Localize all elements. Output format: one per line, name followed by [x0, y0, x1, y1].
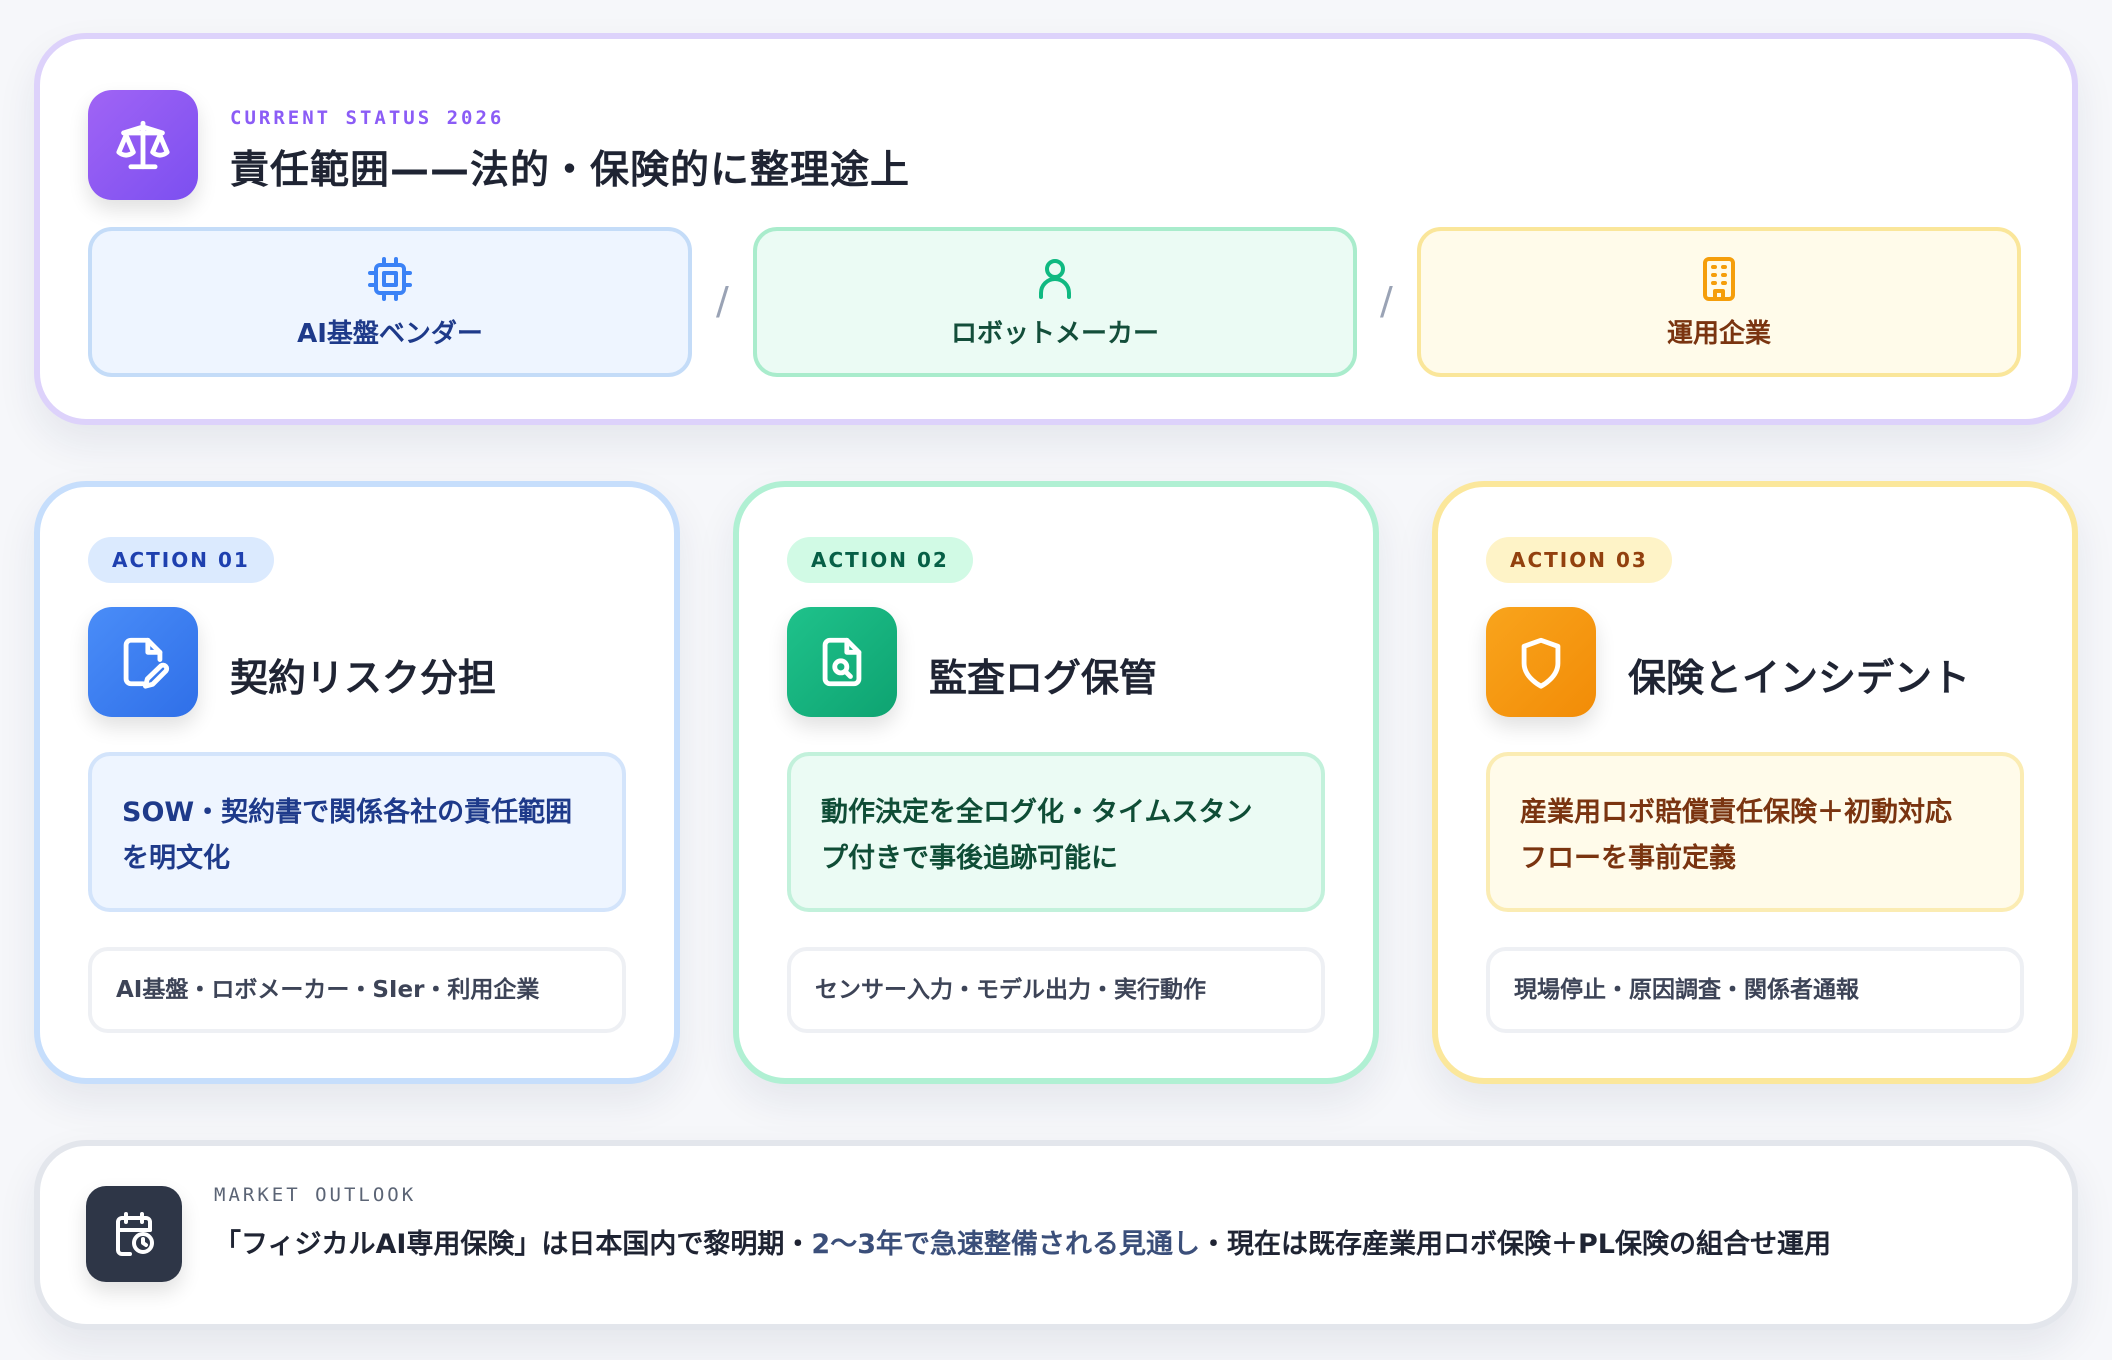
action-title: 契約リスク分担 — [230, 656, 497, 700]
outlook-eyebrow: MARKET OUTLOOK — [214, 1184, 417, 1206]
user-icon — [1039, 258, 1071, 299]
outlook-icon-tile — [86, 1186, 182, 1282]
description-line: SOW・契約書で関係各社の責任範囲 — [122, 797, 573, 828]
outlook-text-highlight: 2〜3年で急速整備される見通し — [811, 1229, 1200, 1260]
status-eyebrow: CURRENT STATUS 2026 — [230, 107, 505, 129]
outlook-text-before: 「フィジカルAI専用保険」は日本国内で黎明期・ — [214, 1229, 812, 1260]
action-icon-tile — [1486, 607, 1596, 717]
separator: / — [1380, 279, 1393, 323]
scale-icon — [116, 120, 170, 170]
action-card-audit-log: ACTION 02 監査ログ保管 動作決定を全ログ化・タイムスタン プ付きで事後… — [733, 481, 1379, 1084]
separator: / — [716, 279, 729, 323]
current-status-card: CURRENT STATUS 2026 責任範囲——法的・保険的に整理途上 AI… — [34, 33, 2078, 425]
action-description: 産業用ロボ賠償責任保険＋初動対応 フローを事前定義 — [1486, 752, 2024, 912]
action-title: 保険とインシデント — [1628, 656, 1971, 700]
action-tag: ACTION 02 — [787, 537, 973, 583]
status-title: 責任範囲——法的・保険的に整理途上 — [230, 148, 911, 193]
outlook-text: 「フィジカルAI専用保険」は日本国内で黎明期・2〜3年で急速整備される見通し・現… — [214, 1222, 1831, 1261]
calendar-clock-icon — [116, 1212, 154, 1256]
party-label: ロボットメーカー — [950, 318, 1159, 349]
description-line: プ付きで事後追跡可能に — [821, 843, 1118, 874]
description-line: を明文化 — [122, 843, 230, 874]
action-tag: ACTION 01 — [88, 537, 274, 583]
action-detail: 現場停止・原因調査・関係者通報 — [1486, 947, 2024, 1033]
action-card-contract: ACTION 01 契約リスク分担 SOW・契約書で関係各社の責任範囲 を明文化… — [34, 481, 680, 1084]
action-description: 動作決定を全ログ化・タイムスタン プ付きで事後追跡可能に — [787, 752, 1325, 912]
document-edit-icon — [123, 637, 170, 689]
party-label: 運用企業 — [1666, 318, 1771, 349]
party-ai-vendor: AI基盤ベンダー — [88, 227, 692, 377]
market-outlook-card: MARKET OUTLOOK 「フィジカルAI専用保険」は日本国内で黎明期・2〜… — [34, 1140, 2078, 1330]
action-title: 監査ログ保管 — [929, 656, 1158, 700]
action-detail: AI基盤・ロボメーカー・SIer・利用企業 — [88, 947, 626, 1033]
action-tag: ACTION 03 — [1486, 537, 1672, 583]
party-robot-maker: ロボットメーカー — [753, 227, 1357, 377]
chip-icon — [368, 256, 412, 301]
party-label: AI基盤ベンダー — [297, 318, 483, 349]
description-line: 動作決定を全ログ化・タイムスタン — [821, 797, 1253, 828]
status-icon-tile — [88, 90, 198, 200]
party-operator: 運用企業 — [1417, 227, 2021, 377]
action-icon-tile — [787, 607, 897, 717]
building-icon — [1703, 256, 1735, 301]
shield-icon — [1521, 637, 1561, 689]
outlook-text-after: ・現在は既存産業用ロボ保険＋PL保険の組合せ運用 — [1199, 1229, 1831, 1260]
description-line: 産業用ロボ賠償責任保険＋初動対応 — [1520, 797, 1952, 828]
file-search-icon — [822, 637, 862, 687]
action-card-insurance: ACTION 03 保険とインシデント 産業用ロボ賠償責任保険＋初動対応 フロー… — [1432, 481, 2078, 1084]
action-description: SOW・契約書で関係各社の責任範囲 を明文化 — [88, 752, 626, 912]
action-detail: センサー入力・モデル出力・実行動作 — [787, 947, 1325, 1033]
description-line: フローを事前定義 — [1520, 843, 1736, 874]
action-icon-tile — [88, 607, 198, 717]
